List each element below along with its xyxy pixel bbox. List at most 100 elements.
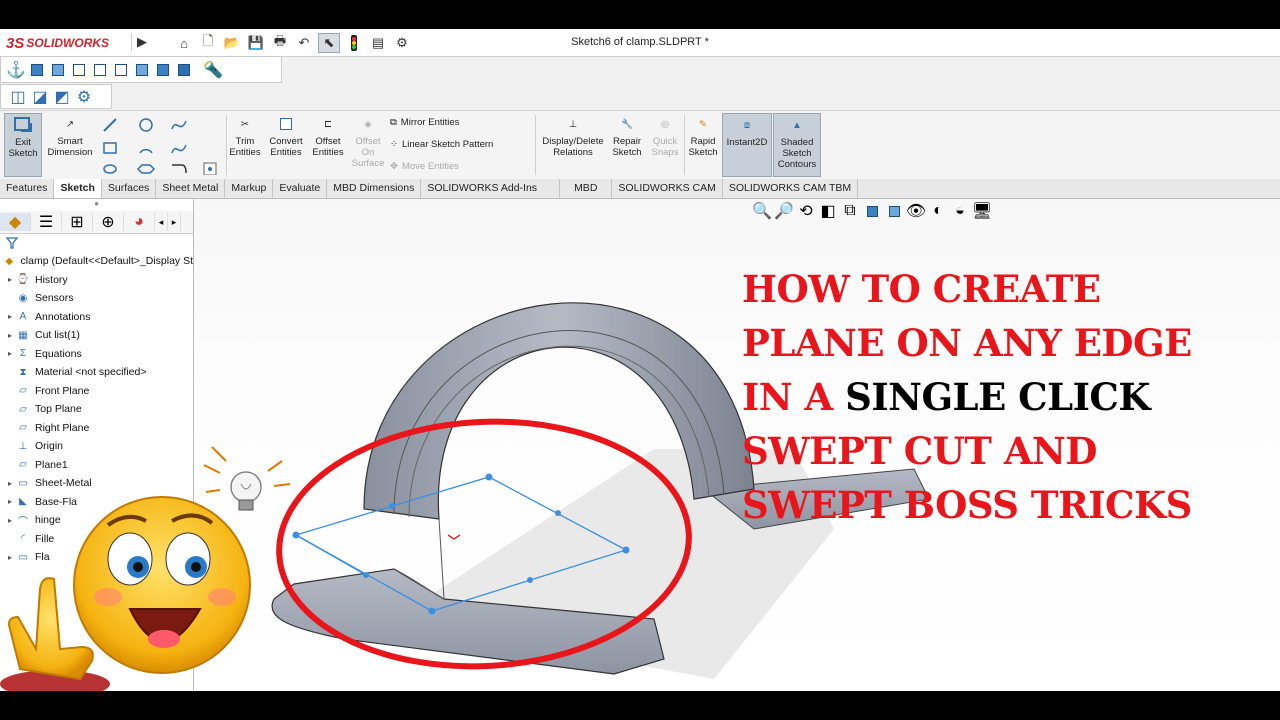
instant2d-label: Instant2D xyxy=(726,137,768,148)
sketch-plane-icon[interactable]: ◫ xyxy=(9,88,27,106)
convert-entities-label: Convert Entities xyxy=(269,136,303,158)
offset-entities-button[interactable]: ⊏ Offset Entities xyxy=(309,113,347,177)
dimxpert-tab-icon[interactable]: ⊕ xyxy=(93,213,124,231)
repair-sketch-label: Repair Sketch xyxy=(612,136,642,158)
tree-item[interactable]: ◉ Sensors xyxy=(0,289,193,308)
tree-item-label: Material <not specified> xyxy=(35,366,147,379)
instant2d-button[interactable]: ⧈ Instant2D xyxy=(722,113,772,177)
tree-item-label: History xyxy=(35,273,68,286)
headline-line-3: IN A SINGLE CLICK xyxy=(742,370,1272,424)
smart-dimension-icon: ↗ xyxy=(66,118,74,130)
display-delete-relations-label: Display/Delete Relations xyxy=(542,136,604,158)
panel-scroll-right-icon[interactable]: ▸ xyxy=(168,213,181,231)
view-bottom-icon[interactable] xyxy=(154,61,172,79)
tree-item[interactable]: ▱ Top Plane xyxy=(0,400,193,419)
file-properties-icon[interactable]: ▤ xyxy=(368,34,388,52)
view-cube-icon[interactable] xyxy=(28,61,46,79)
save-icon[interactable]: 💾 xyxy=(246,34,266,52)
offset-on-surface-button[interactable]: ◈ Offset On Surface xyxy=(350,113,386,177)
tree-root[interactable]: ◆ clamp (Default<<Default>_Display St xyxy=(0,252,193,271)
filter-icon[interactable] xyxy=(0,234,193,252)
view-top-icon[interactable] xyxy=(133,61,151,79)
undo-icon[interactable]: ↶ xyxy=(294,34,314,52)
exit-sketch-button[interactable]: Exit Sketch xyxy=(4,113,42,177)
select-cursor-icon[interactable]: ⬉ xyxy=(318,33,340,53)
tab-sketch[interactable]: Sketch xyxy=(54,179,102,198)
expand-arrow-icon[interactable]: ▸ xyxy=(4,312,16,321)
tree-item[interactable]: ⧗ Material <not specified> xyxy=(0,363,193,382)
instant2d-icon: ⧈ xyxy=(743,119,751,131)
panel-scroll-left-icon[interactable]: ◂ xyxy=(155,213,168,231)
view-right-icon[interactable] xyxy=(112,61,130,79)
tab-evaluate[interactable]: Evaluate xyxy=(273,179,328,198)
trim-entities-button[interactable]: ✂ Trim Entities xyxy=(228,113,262,177)
repair-sketch-button[interactable]: 🔧 Repair Sketch xyxy=(610,113,644,177)
shaded-sketch-contours-button[interactable]: ▲ Shaded Sketch Contours xyxy=(773,113,821,177)
print-icon[interactable]: 🖶 xyxy=(270,33,290,52)
config-toolbar: ◫ ◪ ◩ ⚙ xyxy=(0,84,112,109)
tab-mbd-dimensions[interactable]: MBD Dimensions xyxy=(327,179,422,198)
tree-item[interactable]: ▸ ▦ Cut list(1) xyxy=(0,326,193,345)
move-entities-button[interactable]: ✥ Move Entities xyxy=(390,161,459,172)
options-gear-icon[interactable]: ⚙ xyxy=(392,34,412,52)
plane-icon: ▱ xyxy=(19,422,27,434)
tab-mbd[interactable]: MBD xyxy=(560,179,613,198)
view-left-icon[interactable] xyxy=(91,61,109,79)
tree-item[interactable]: ▸ A Annotations xyxy=(0,308,193,327)
rapid-sketch-button[interactable]: ✎ Rapid Sketch xyxy=(686,113,720,177)
expand-arrow-icon[interactable]: ▸ xyxy=(4,275,16,284)
rapid-sketch-icon: ✎ xyxy=(699,118,707,130)
command-manager: Exit Sketch ↗ Smart Dimension ✂ Trim Ent… xyxy=(0,110,1280,181)
linear-sketch-pattern-label: Linear Sketch Pattern xyxy=(401,139,494,150)
view-back-icon[interactable] xyxy=(70,61,88,79)
tab-sheet-metal[interactable]: Sheet Metal xyxy=(156,179,226,198)
sensors-icon: ◉ xyxy=(18,292,28,304)
tree-item[interactable]: ▱ Plane1 xyxy=(0,456,193,475)
tree-item[interactable]: ▱ Right Plane xyxy=(0,419,193,438)
convert-entities-button[interactable]: Convert Entities xyxy=(266,113,306,177)
tab-markup[interactable]: Markup xyxy=(225,179,274,198)
tree-item[interactable]: ▸ ⌚ History xyxy=(0,271,193,290)
view-front-icon[interactable] xyxy=(49,61,67,79)
expand-arrow-icon[interactable]: ▸ xyxy=(4,331,16,340)
open-folder-icon[interactable]: 📂 xyxy=(222,34,242,52)
new-document-icon[interactable]: 🗋 xyxy=(198,33,218,52)
tab-surfaces[interactable]: Surfaces xyxy=(102,179,157,198)
tab-solidworks-cam-tbm[interactable]: SOLIDWORKS CAM TBM xyxy=(723,179,859,198)
settings-gear-icon[interactable]: ⚙ xyxy=(75,88,93,106)
home-icon[interactable]: ⌂ xyxy=(174,34,194,52)
expand-arrow-icon[interactable]: ▸ xyxy=(4,349,16,358)
ribbon-separator xyxy=(535,115,536,175)
panel-grip-icon[interactable]: ● xyxy=(0,199,193,211)
tree-item[interactable]: ▱ Front Plane xyxy=(0,382,193,401)
menu-expand-icon[interactable]: ▶ xyxy=(131,33,152,51)
display-manager-tab-icon[interactable]: ◕ xyxy=(124,213,155,231)
tab-solidworks-addins[interactable]: SOLIDWORKS Add-Ins xyxy=(421,179,561,198)
annotations-icon: A xyxy=(19,311,27,323)
shaded-contours-icon: ▲ xyxy=(792,119,802,131)
tree-item[interactable]: ⊥ Origin xyxy=(0,437,193,456)
cut-list-icon: ▦ xyxy=(18,329,28,341)
smart-dimension-button[interactable]: ↗ Smart Dimension xyxy=(44,113,96,177)
offset-surface-icon: ◈ xyxy=(364,118,372,130)
solidworks-logo[interactable]: 3S SOLIDWORKS xyxy=(6,33,126,53)
material-icon: ⧗ xyxy=(19,366,27,378)
tab-features[interactable]: Features xyxy=(0,179,55,198)
configuration-manager-tab-icon[interactable]: ⊞ xyxy=(62,213,93,231)
display-icon[interactable]: ◪ xyxy=(31,88,49,106)
quick-snaps-button[interactable]: ◎ Quick Snaps xyxy=(648,113,682,177)
tab-solidworks-cam[interactable]: SOLIDWORKS CAM xyxy=(612,179,723,198)
flashlight-icon[interactable]: 🔦 xyxy=(203,61,223,79)
scene-icon[interactable]: ◩ xyxy=(53,88,71,106)
display-delete-relations-button[interactable]: ⊥ Display/Delete Relations xyxy=(540,113,606,177)
part-icon: ◆ xyxy=(5,255,14,267)
exit-sketch-label: Exit Sketch xyxy=(8,137,38,159)
anchor-icon[interactable]: ⚓ xyxy=(6,61,26,79)
property-manager-tab-icon[interactable]: ☰ xyxy=(31,213,62,231)
feature-tree-tab-icon[interactable]: ◆ xyxy=(0,213,31,231)
linear-sketch-pattern-button[interactable]: ⁘ Linear Sketch Pattern xyxy=(390,139,493,150)
mirror-entities-button[interactable]: ⧉ Mirror Entities xyxy=(390,117,459,128)
tree-item[interactable]: ▸ Σ Equations xyxy=(0,345,193,364)
rebuild-icon[interactable] xyxy=(344,34,364,52)
view-iso-icon[interactable] xyxy=(175,61,193,79)
